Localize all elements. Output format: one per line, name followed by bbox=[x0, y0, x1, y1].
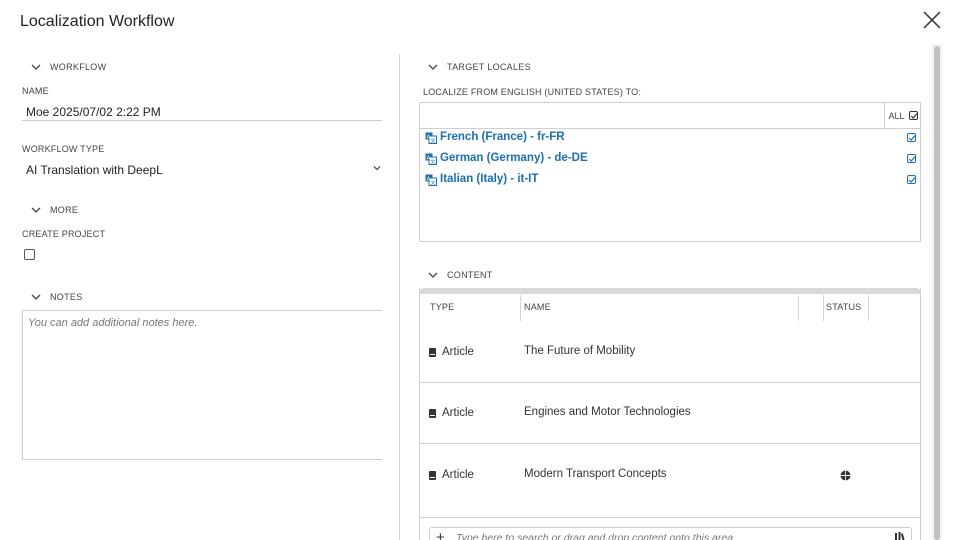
table-row[interactable]: Article The Future of Mobility bbox=[420, 322, 920, 382]
name-field[interactable]: Moe 2025/07/02 2:22 PM bbox=[26, 105, 161, 119]
row-name: Engines and Motor Technologies bbox=[524, 406, 691, 418]
locale-label: German (Germany) - de-DE bbox=[440, 152, 588, 164]
target-locales-section-label: TARGET LOCALES bbox=[447, 62, 531, 72]
notes-section-label: NOTES bbox=[50, 292, 83, 302]
chevron-down-icon bbox=[428, 272, 438, 278]
content-search-box: + bbox=[429, 527, 912, 540]
notes-textarea[interactable] bbox=[22, 310, 382, 460]
localization-workflow-dialog: Localization Workflow WORKFLOW NAME Moe … bbox=[0, 0, 960, 540]
name-field-underline bbox=[22, 120, 382, 121]
workflow-type-select[interactable]: AI Translation with DeepL bbox=[22, 158, 382, 180]
check-icon bbox=[908, 156, 916, 162]
svg-text:文: 文 bbox=[431, 180, 436, 187]
select-all-label: ALL bbox=[888, 110, 905, 121]
chevron-down-icon bbox=[31, 207, 41, 213]
select-all-checkbox[interactable] bbox=[908, 111, 918, 120]
more-section-label: MORE bbox=[50, 205, 79, 215]
content-section-toggle[interactable]: CONTENT bbox=[427, 269, 493, 281]
article-icon bbox=[429, 348, 436, 357]
close-button[interactable] bbox=[920, 8, 944, 32]
notes-section-toggle[interactable]: NOTES bbox=[30, 291, 83, 303]
row-divider bbox=[420, 517, 920, 518]
globe-icon bbox=[840, 470, 851, 481]
table-row[interactable]: Article Engines and Motor Technologies bbox=[420, 383, 920, 443]
article-icon bbox=[429, 471, 436, 480]
scrollbar-thumb[interactable] bbox=[934, 46, 940, 540]
chevron-down-icon bbox=[428, 64, 438, 70]
locale-row-fr-fr[interactable]: A 文 French (France) - fr-FR bbox=[420, 129, 920, 149]
column-separator bbox=[868, 295, 869, 321]
column-header-name[interactable]: NAME bbox=[524, 302, 551, 312]
check-icon bbox=[908, 177, 916, 183]
locale-checkbox[interactable] bbox=[907, 133, 916, 142]
target-locales-list: ALL A 文 French (France) - fr-FR A 文 Germ… bbox=[419, 102, 921, 242]
article-icon bbox=[429, 409, 436, 418]
add-content-button[interactable]: + bbox=[436, 529, 445, 540]
dialog-title: Localization Workflow bbox=[20, 13, 175, 30]
workflow-type-label: WORKFLOW TYPE bbox=[22, 144, 105, 154]
row-name: The Future of Mobility bbox=[524, 345, 636, 357]
translate-icon: A 文 bbox=[425, 153, 437, 165]
locale-checkbox[interactable] bbox=[907, 154, 916, 163]
check-icon bbox=[908, 135, 916, 141]
content-section-label: CONTENT bbox=[447, 270, 493, 280]
column-separator bbox=[798, 295, 799, 321]
row-name: Modern Transport Concepts bbox=[524, 468, 667, 480]
chevron-down-icon bbox=[31, 64, 41, 70]
workflow-type-value: AI Translation with DeepL bbox=[26, 163, 163, 177]
column-separator bbox=[823, 295, 824, 321]
column-divider bbox=[399, 54, 400, 540]
library-icon bbox=[895, 532, 906, 540]
workflow-section-label: WORKFLOW bbox=[50, 62, 107, 72]
translate-icon: A 文 bbox=[425, 174, 437, 186]
content-search-input[interactable] bbox=[456, 531, 876, 540]
create-project-checkbox[interactable] bbox=[24, 249, 35, 260]
locales-header: ALL bbox=[420, 103, 920, 129]
row-type: Article bbox=[442, 469, 474, 481]
chevron-down-icon bbox=[373, 166, 381, 171]
locale-row-de-de[interactable]: A 文 German (Germany) - de-DE bbox=[420, 150, 920, 170]
name-label: NAME bbox=[22, 86, 49, 96]
row-type: Article bbox=[442, 346, 474, 358]
content-table-topbar bbox=[419, 288, 921, 294]
create-project-label: CREATE PROJECT bbox=[22, 229, 106, 239]
locale-label: French (France) - fr-FR bbox=[440, 131, 565, 143]
localize-from-label: LOCALIZE FROM ENGLISH (UNITED STATES) TO… bbox=[423, 87, 642, 97]
column-header-type[interactable]: TYPE bbox=[430, 302, 454, 312]
select-all-locales[interactable]: ALL bbox=[884, 103, 921, 128]
table-row[interactable]: Article Modern Transport Concepts bbox=[420, 444, 920, 504]
more-section-toggle[interactable]: MORE bbox=[30, 204, 78, 216]
check-icon bbox=[910, 113, 917, 119]
svg-text:文: 文 bbox=[431, 138, 436, 145]
translate-icon: A 文 bbox=[425, 132, 437, 144]
row-type: Article bbox=[442, 407, 474, 419]
chevron-down-icon bbox=[31, 294, 41, 300]
target-locales-section-toggle[interactable]: TARGET LOCALES bbox=[427, 61, 531, 73]
locale-row-it-it[interactable]: A 文 Italian (Italy) - it-IT bbox=[420, 171, 920, 191]
workflow-section-toggle[interactable]: WORKFLOW bbox=[30, 61, 106, 73]
close-icon bbox=[923, 11, 941, 29]
locale-checkbox[interactable] bbox=[907, 175, 916, 184]
locale-label: Italian (Italy) - it-IT bbox=[440, 173, 539, 185]
column-separator bbox=[520, 295, 521, 321]
svg-text:文: 文 bbox=[431, 159, 436, 166]
column-header-status[interactable]: STATUS bbox=[826, 302, 861, 312]
